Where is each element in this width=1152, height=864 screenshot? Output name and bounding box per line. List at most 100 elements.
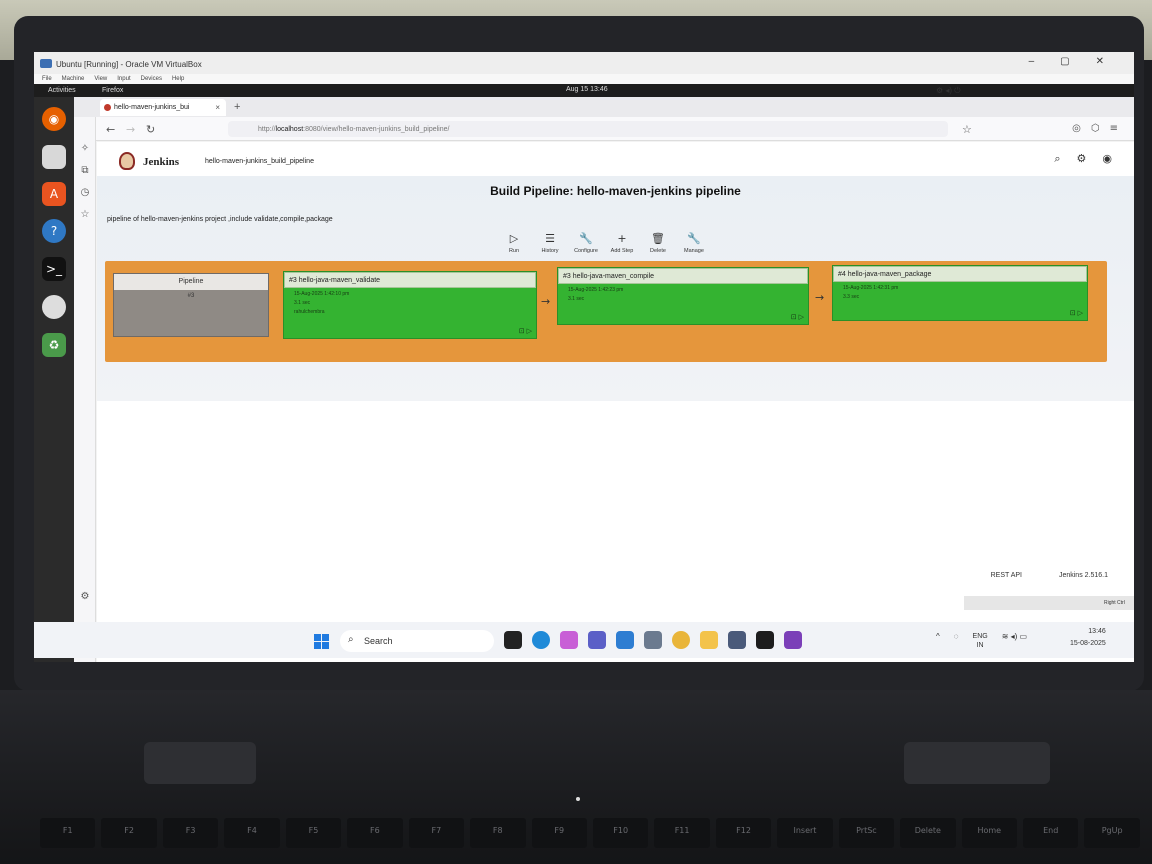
help-icon[interactable]: ? <box>42 219 66 243</box>
browser-tab[interactable]: hello-maven-junkins_bui × <box>100 99 226 116</box>
network-status-icon[interactable]: ◌ <box>954 632 959 650</box>
hinge-right <box>904 742 1050 784</box>
stage-validate[interactable]: #3 hello-java-maven_validate 15-Aug-2025… <box>283 271 537 339</box>
onenote-icon[interactable] <box>784 631 802 649</box>
rest-api-link[interactable]: REST API <box>991 572 1022 579</box>
console-icon[interactable]: ⊡ ▷ <box>791 313 804 321</box>
app-center-icon[interactable]: A <box>42 182 66 206</box>
history-button[interactable]: ☰ History <box>537 232 563 254</box>
fkey[interactable]: End <box>1023 818 1079 848</box>
language-indicator[interactable]: ENG IN <box>973 632 988 650</box>
menu-machine[interactable]: Machine <box>62 76 85 84</box>
jenkins-logo-icon[interactable] <box>119 152 135 170</box>
stage-title[interactable]: #4 hello-java-maven_package <box>833 266 1087 282</box>
menu-icon[interactable]: ≡ <box>1110 123 1118 134</box>
fkey[interactable]: F9 <box>531 818 587 848</box>
firefox-icon[interactable]: ◉ <box>42 107 66 131</box>
chrome-icon[interactable] <box>672 631 690 649</box>
console-icon[interactable]: ⊡ ▷ <box>519 327 532 335</box>
ubuntu-clock[interactable]: Aug 15 13:46 <box>566 86 608 93</box>
extensions-icon[interactable]: ⬡ <box>1091 123 1100 134</box>
thunderbird-icon[interactable] <box>42 145 66 169</box>
disc-icon[interactable] <box>42 295 66 319</box>
console-icon[interactable]: ⊡ ▷ <box>1070 309 1083 317</box>
active-app-label[interactable]: Firefox <box>102 87 123 94</box>
windows-clock[interactable]: 13:46 15-08-2025 <box>1070 626 1106 650</box>
url-bar[interactable]: http://localhost:8080/view/hello-maven-j… <box>228 121 948 137</box>
manage-jenkins-icon[interactable]: ⚙ <box>1077 152 1087 166</box>
reload-icon[interactable]: ↻ <box>146 123 155 136</box>
menu-input[interactable]: Input <box>117 76 130 84</box>
trash-icon[interactable]: ♻ <box>42 333 66 357</box>
account-icon[interactable]: ◎ <box>1072 123 1081 134</box>
minimize-icon[interactable]: – <box>1029 56 1035 67</box>
maximize-icon[interactable]: ▢ <box>1060 56 1069 67</box>
jenkins-brand[interactable]: Jenkins <box>143 156 179 168</box>
add-step-button[interactable]: + Add Step <box>609 232 635 254</box>
bookmarks-icon[interactable]: ☆ <box>79 209 91 221</box>
back-icon[interactable]: ← <box>106 123 115 136</box>
windows-start-icon[interactable] <box>314 634 329 649</box>
fkey[interactable]: F4 <box>224 818 280 848</box>
chevron-up-icon[interactable]: ^ <box>936 632 940 650</box>
activities-button[interactable]: Activities <box>48 87 76 94</box>
teams-icon[interactable] <box>588 631 606 649</box>
fkey[interactable]: F6 <box>347 818 403 848</box>
virtualbox-icon[interactable] <box>728 631 746 649</box>
breadcrumb[interactable]: hello-maven-junkins_build_pipeline <box>205 158 314 165</box>
terminal-icon[interactable]: >_ <box>42 257 66 281</box>
system-tray-icons[interactable]: ⚙ ◂) ⏻ <box>936 86 1098 96</box>
file-explorer-icon[interactable] <box>700 631 718 649</box>
fkey[interactable]: F11 <box>654 818 710 848</box>
fkey[interactable]: Insert <box>777 818 833 848</box>
menu-devices[interactable]: Devices <box>141 76 162 84</box>
fkey[interactable]: F5 <box>285 818 342 848</box>
delete-button[interactable]: 🗑 Delete <box>645 232 671 254</box>
stage-time: 15-Aug-2025 1:42:23 pm <box>568 287 624 293</box>
copilot-icon[interactable] <box>560 631 578 649</box>
fkey[interactable]: Home <box>961 818 1017 848</box>
fkey[interactable]: F2 <box>101 818 157 848</box>
pipeline-run-number[interactable]: #3 <box>114 293 268 299</box>
bookmark-star-icon[interactable]: ☆ <box>962 123 972 136</box>
search-icon[interactable]: ⌕ <box>1054 152 1060 166</box>
fkey[interactable]: F1 <box>40 818 96 848</box>
edge-icon[interactable] <box>532 631 550 649</box>
customize-sidebar-icon[interactable]: ⚙ <box>79 591 91 603</box>
fkey[interactable]: F7 <box>408 818 465 848</box>
jenkins-version[interactable]: Jenkins 2.516.1 <box>1059 572 1108 579</box>
user-icon[interactable]: ◉ <box>1102 152 1112 166</box>
manage-button[interactable]: 🔧 Manage <box>681 232 707 254</box>
close-icon[interactable]: ✕ <box>1096 56 1104 67</box>
fkey[interactable]: Delete <box>900 818 956 848</box>
fkey[interactable]: F10 <box>592 818 649 848</box>
pipeline-run-box[interactable]: Pipeline #3 <box>113 273 269 337</box>
windows-search-input[interactable]: ⌕ Search <box>340 630 494 652</box>
forward-icon[interactable]: → <box>126 123 135 136</box>
menu-help[interactable]: Help <box>172 76 184 84</box>
fkey[interactable]: F12 <box>715 818 772 848</box>
synced-tabs-icon[interactable]: ⧉ <box>79 165 91 177</box>
stage-package[interactable]: #4 hello-java-maven_package 15-Aug-2025 … <box>832 265 1088 321</box>
menu-view[interactable]: View <box>94 76 107 84</box>
fkey[interactable]: F3 <box>162 818 219 848</box>
fkey[interactable]: PrtSc <box>838 818 895 848</box>
history-icon[interactable]: ◷ <box>79 187 91 199</box>
store-icon[interactable] <box>616 631 634 649</box>
ai-chatbot-icon[interactable]: ✧ <box>79 143 91 155</box>
run-button[interactable]: ▷ Run <box>501 232 527 254</box>
close-tab-icon[interactable]: × <box>215 103 220 112</box>
fkey[interactable]: PgUp <box>1084 818 1140 848</box>
configure-button[interactable]: 🔧 Configure <box>573 232 599 254</box>
stage-title[interactable]: #3 hello-java-maven_compile <box>558 268 808 284</box>
new-tab-icon[interactable]: + <box>234 101 240 113</box>
wifi-volume-battery-icon[interactable]: ≋ ◂) ▭ <box>1002 632 1027 650</box>
settings-icon[interactable] <box>644 631 662 649</box>
virtualbox-statusbar: Right Ctrl <box>964 596 1134 610</box>
app-icon[interactable] <box>504 631 522 649</box>
intellij-icon[interactable] <box>756 631 774 649</box>
stage-compile[interactable]: #3 hello-java-maven_compile 15-Aug-2025 … <box>557 267 809 325</box>
menu-file[interactable]: File <box>42 76 52 84</box>
stage-title[interactable]: #3 hello-java-maven_validate <box>284 272 536 288</box>
fkey[interactable]: F8 <box>470 818 526 848</box>
